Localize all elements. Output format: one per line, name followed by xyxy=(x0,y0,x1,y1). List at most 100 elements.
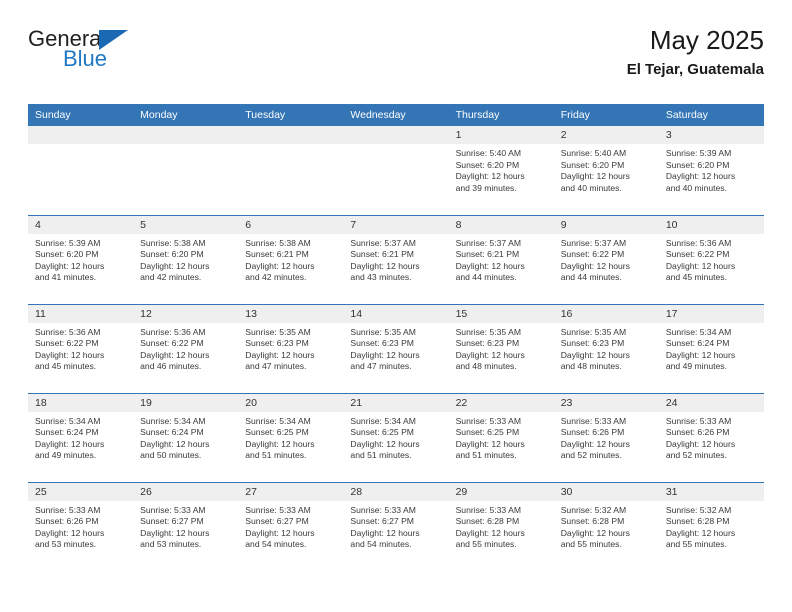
calendar-cell-day-24[interactable]: 24 Sunrise: 5:33 AM Sunset: 6:26 PM Dayligh… xyxy=(658,392,764,482)
calendar-cell-day-20[interactable]: 20 Sunrise: 5:34 AM Sunset: 6:25 PM Dayligh… xyxy=(238,392,344,482)
daylight-text: and 44 minutes. xyxy=(455,272,517,283)
calendar-cell-day-5[interactable]: 5 Sunrise: 5:38 AM Sunset: 6:20 PM Daylight… xyxy=(133,214,239,304)
week-row: 11 Sunrise: 5:36 AM Sunset: 6:22 PM Dayligh… xyxy=(28,303,764,393)
calendar-cell-day-17[interactable]: 17 Sunrise: 5:34 AM Sunset: 6:24 PM Dayligh… xyxy=(658,303,764,393)
page-title: May 2025 xyxy=(649,25,764,55)
daylight-text: and 40 minutes. xyxy=(560,182,622,193)
sunset-text: Sunset: 6:20 PM xyxy=(665,159,730,170)
daylight-text: and 55 minutes. xyxy=(455,539,517,550)
sun-info: Sunrise: 5:36 AM Sunset: 6:22 PM Daylight:… xyxy=(659,234,764,284)
daylight-text: and 52 minutes. xyxy=(665,450,727,461)
calendar-page: General Blue May 2025 El Tejar, Guatemal… xyxy=(0,0,792,612)
calendar-cell-day-6[interactable]: 6 Sunrise: 5:38 AM Sunset: 6:21 PM Daylight… xyxy=(238,214,344,304)
calendar-cell-day-31[interactable]: 31 Sunrise: 5:32 AM Sunset: 6:28 PM Dayligh… xyxy=(658,481,764,571)
week-row: 25 Sunrise: 5:33 AM Sunset: 6:26 PM Dayligh… xyxy=(28,481,764,571)
calendar-cell-day-14[interactable]: 14 Sunrise: 5:35 AM Sunset: 6:23 PM Dayligh… xyxy=(343,303,449,393)
day-number: 10 xyxy=(658,215,764,234)
day-number: 30 xyxy=(553,482,659,501)
daylight-text: and 44 minutes. xyxy=(560,272,622,283)
daylight-text: Daylight: 12 hours xyxy=(560,527,630,538)
day-number: 3 xyxy=(658,126,764,144)
calendar-header-row: Sunday Monday Tuesday Wednesday Thursday Frid… xyxy=(28,104,764,126)
calendar-cell-day-3[interactable]: 3 Sunrise: 5:39 AM Sunset: 6:20 PM Daylight… xyxy=(658,126,764,215)
calendar-cell-day-18[interactable]: 18 Sunrise: 5:34 AM Sunset: 6:24 PM Dayligh… xyxy=(28,392,134,482)
sun-info: Sunrise: 5:37 AM Sunset: 6:21 PM Daylight:… xyxy=(343,234,448,284)
calendar-cell-day-12[interactable]: 12 Sunrise: 5:36 AM Sunset: 6:22 PM Dayligh… xyxy=(133,303,239,393)
sun-info: Sunrise: 5:36 AM Sunset: 6:22 PM Daylight:… xyxy=(133,323,238,373)
daylight-text: and 48 minutes. xyxy=(560,361,622,372)
sun-info: Sunrise: 5:39 AM Sunset: 6:20 PM Daylight:… xyxy=(28,234,133,284)
sunset-text: Sunset: 6:28 PM xyxy=(560,516,625,527)
calendar-cell-day-25[interactable]: 25 Sunrise: 5:33 AM Sunset: 6:26 PM Dayligh… xyxy=(28,481,134,571)
daylight-text: Daylight: 12 hours xyxy=(665,527,736,538)
sunrise-text: Sunrise: 5:33 AM xyxy=(35,504,101,515)
weekday-header-saturday: Saturday xyxy=(658,104,764,126)
sunrise-text: Sunrise: 5:40 AM xyxy=(455,148,522,158)
daylight-text: Daylight: 12 hours xyxy=(665,260,736,271)
sunrise-text: Sunrise: 5:34 AM xyxy=(665,326,732,337)
calendar-cell-day-29[interactable]: 29 Sunrise: 5:33 AM Sunset: 6:28 PM Dayligh… xyxy=(448,481,554,571)
weekday-header-thursday: Thursday xyxy=(448,104,554,126)
daylight-text: and 49 minutes. xyxy=(35,450,97,461)
daylight-text: Daylight: 12 hours xyxy=(350,349,420,360)
sun-info: Sunrise: 5:34 AM Sunset: 6:24 PM Daylight:… xyxy=(28,412,133,462)
sun-info: Sunrise: 5:34 AM Sunset: 6:24 PM Daylight:… xyxy=(133,412,238,462)
daylight-text: Daylight: 12 hours xyxy=(455,438,525,449)
day-number: 28 xyxy=(343,482,449,501)
calendar-cell-day-28[interactable]: 28 Sunrise: 5:33 AM Sunset: 6:27 PM Dayligh… xyxy=(343,481,449,571)
sunset-text: Sunset: 6:25 PM xyxy=(455,427,520,438)
week-row: 1 Sunrise: 5:40 AM Sunset: 6:20 PM Daylight… xyxy=(28,126,764,215)
daylight-text: Daylight: 12 hours xyxy=(35,438,105,449)
sunrise-text: Sunrise: 5:33 AM xyxy=(455,415,522,426)
calendar-cell-day-19[interactable]: 19 Sunrise: 5:34 AM Sunset: 6:24 PM Dayligh… xyxy=(133,392,239,482)
sunset-text: Sunset: 6:28 PM xyxy=(665,516,730,527)
calendar-cell-day-16[interactable]: 16 Sunrise: 5:35 AM Sunset: 6:23 PM Dayligh… xyxy=(553,303,659,393)
day-number: 2 xyxy=(553,126,659,144)
calendar-cell-day-4[interactable]: 4 Sunrise: 5:39 AM Sunset: 6:20 PM Daylight… xyxy=(28,214,134,304)
sun-info: Sunrise: 5:40 AM Sunset: 6:20 PM Daylight:… xyxy=(449,144,554,194)
daylight-text: Daylight: 12 hours xyxy=(140,260,210,271)
sunset-text: Sunset: 6:27 PM xyxy=(245,516,309,527)
daylight-text: Daylight: 12 hours xyxy=(140,527,210,538)
calendar-cell-day-15[interactable]: 15 Sunrise: 5:35 AM Sunset: 6:23 PM Dayligh… xyxy=(448,303,554,393)
daylight-text: Daylight: 12 hours xyxy=(455,527,525,538)
sunrise-text: Sunrise: 5:37 AM xyxy=(455,237,522,248)
calendar-cell-day-9[interactable]: 9 Sunrise: 5:37 AM Sunset: 6:22 PM Daylight… xyxy=(553,214,659,304)
daylight-text: and 51 minutes. xyxy=(245,450,307,461)
daylight-text: Daylight: 12 hours xyxy=(560,260,630,271)
daylight-text: Daylight: 12 hours xyxy=(665,171,736,182)
sunrise-text: Sunrise: 5:39 AM xyxy=(35,237,101,248)
sunrise-text: Sunrise: 5:40 AM xyxy=(560,148,627,158)
day-number: 6 xyxy=(238,215,344,234)
daylight-text: Daylight: 12 hours xyxy=(245,349,315,360)
sunrise-text: Sunrise: 5:34 AM xyxy=(140,415,206,426)
calendar-cell-day-22[interactable]: 22 Sunrise: 5:33 AM Sunset: 6:25 PM Dayligh… xyxy=(448,392,554,482)
sunset-text: Sunset: 6:22 PM xyxy=(140,338,204,349)
calendar-cell-day-30[interactable]: 30 Sunrise: 5:32 AM Sunset: 6:28 PM Dayligh… xyxy=(553,481,659,571)
weekday-header-friday: Friday xyxy=(553,104,659,126)
calendar-cell-day-2[interactable]: 2 Sunrise: 5:40 AM Sunset: 6:20 PM Daylight… xyxy=(553,126,659,215)
calendar-cell-empty xyxy=(343,126,449,215)
sunset-text: Sunset: 6:27 PM xyxy=(350,516,414,527)
calendar-cell-day-7[interactable]: 7 Sunrise: 5:37 AM Sunset: 6:21 PM Daylight… xyxy=(343,214,449,304)
sunrise-text: Sunrise: 5:35 AM xyxy=(245,326,311,337)
calendar-cell-day-26[interactable]: 26 Sunrise: 5:33 AM Sunset: 6:27 PM Dayligh… xyxy=(133,481,239,571)
sun-info: Sunrise: 5:33 AM Sunset: 6:28 PM Daylight:… xyxy=(449,501,554,551)
calendar-cell-day-10[interactable]: 10 Sunrise: 5:36 AM Sunset: 6:22 PM Dayligh… xyxy=(658,214,764,304)
calendar-cell-day-23[interactable]: 23 Sunrise: 5:33 AM Sunset: 6:26 PM Dayligh… xyxy=(553,392,659,482)
daylight-text: and 47 minutes. xyxy=(350,361,412,372)
day-number: 7 xyxy=(343,215,449,234)
sunset-text: Sunset: 6:26 PM xyxy=(665,427,730,438)
sun-info: Sunrise: 5:33 AM Sunset: 6:25 PM Daylight:… xyxy=(449,412,554,462)
sunset-text: Sunset: 6:20 PM xyxy=(560,159,625,170)
calendar-cell-day-11[interactable]: 11 Sunrise: 5:36 AM Sunset: 6:22 PM Dayligh… xyxy=(28,303,134,393)
calendar-cell-day-8[interactable]: 8 Sunrise: 5:37 AM Sunset: 6:21 PM Daylight… xyxy=(448,214,554,304)
calendar-cell-day-21[interactable]: 21 Sunrise: 5:34 AM Sunset: 6:25 PM Dayligh… xyxy=(343,392,449,482)
sun-info: Sunrise: 5:33 AM Sunset: 6:26 PM Daylight:… xyxy=(554,412,659,462)
calendar-cell-day-27[interactable]: 27 Sunrise: 5:33 AM Sunset: 6:27 PM Dayligh… xyxy=(238,481,344,571)
calendar-cell-empty xyxy=(28,126,134,215)
calendar-cell-day-13[interactable]: 13 Sunrise: 5:35 AM Sunset: 6:23 PM Dayligh… xyxy=(238,303,344,393)
calendar-cell-day-1[interactable]: 1 Sunrise: 5:40 AM Sunset: 6:20 PM Daylight… xyxy=(448,126,554,215)
daylight-text: and 54 minutes. xyxy=(245,539,307,550)
weekday-header-sunday: Sunday xyxy=(28,104,134,126)
